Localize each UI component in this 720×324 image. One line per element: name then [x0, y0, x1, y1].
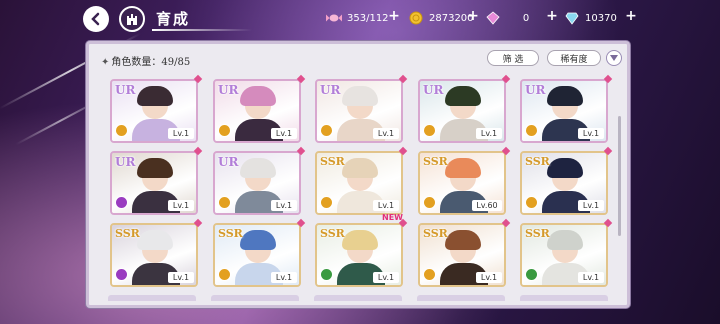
level-label: Lv.1: [578, 128, 604, 139]
back-arrow-icon: [91, 12, 100, 26]
character-card[interactable]: SSR Lv.1: [520, 151, 608, 215]
character-card[interactable]: SSR Lv.60: [418, 151, 506, 215]
rarity-label: UR: [218, 83, 239, 97]
sparkle-icon: ✦: [101, 57, 110, 68]
level-label: Lv.1: [168, 128, 194, 139]
attribute-icon: [320, 196, 333, 209]
attribute-icon: [525, 268, 538, 281]
attribute-icon: [115, 124, 128, 137]
attribute-icon: [115, 196, 128, 209]
rarity-label: SSR: [525, 227, 550, 240]
level-label: Lv.1: [271, 272, 297, 283]
character-card[interactable]: UR Lv.1: [213, 151, 301, 215]
attribute-icon: [525, 124, 538, 137]
character-card[interactable]: UR Lv.1: [520, 79, 608, 143]
rarity-label: UR: [525, 83, 546, 97]
currency-pink-gems: 0: [485, 8, 546, 28]
character-card[interactable]: SSR Lv.1: [213, 223, 301, 287]
attribute-icon: [218, 196, 231, 209]
level-label: Lv.1: [373, 200, 399, 211]
blue-diamond-icon: [564, 10, 580, 26]
attribute-icon: [423, 196, 436, 209]
title-underline: [152, 29, 252, 31]
attribute-icon: [423, 268, 436, 281]
rarity-label: SSR: [320, 155, 345, 168]
rarity-label: SSR: [320, 227, 345, 240]
level-label: Lv.60: [472, 200, 502, 211]
back-button[interactable]: [83, 6, 109, 32]
attribute-icon: [525, 196, 538, 209]
page-title: 育成: [156, 10, 191, 28]
character-card[interactable]: UR Lv.1: [110, 151, 198, 215]
home-button[interactable]: [119, 6, 145, 32]
rarity-label: SSR: [525, 155, 550, 168]
scrollbar[interactable]: [618, 116, 621, 236]
character-card[interactable]: SSR Lv.1: [110, 223, 198, 287]
currency-coins: 2873200: [408, 8, 474, 28]
add-pink-gems-button[interactable]: +: [545, 8, 559, 24]
add-coins-button[interactable]: +: [466, 8, 480, 24]
new-badge: NEW: [382, 213, 403, 222]
rarity-label: SSR: [423, 155, 448, 168]
attribute-icon: [218, 124, 231, 137]
gold-coin-icon: [408, 10, 424, 26]
rarity-sort-button[interactable]: 稀有度: [547, 50, 601, 66]
sort-order-button[interactable]: [606, 50, 622, 66]
attribute-icon: [320, 124, 333, 137]
rarity-label: UR: [218, 155, 239, 169]
level-label: Lv.1: [168, 200, 194, 211]
character-card[interactable]: SSR Lv.1: [520, 223, 608, 287]
rarity-label: UR: [115, 83, 136, 97]
candy-icon: [326, 10, 342, 26]
rarity-label: UR: [320, 83, 341, 97]
character-panel: ✦ 角色数量：49/85 筛 选 稀有度 UR Lv.1 UR Lv.1 UR Lv.1 UR…: [86, 41, 630, 308]
character-card[interactable]: SSR Lv.1: [418, 223, 506, 287]
level-label: Lv.1: [271, 128, 297, 139]
rarity-label: SSR: [218, 227, 243, 240]
rarity-label: UR: [423, 83, 444, 97]
level-label: Lv.1: [373, 128, 399, 139]
character-card[interactable]: UR Lv.1: [315, 79, 403, 143]
character-card[interactable]: SSR Lv.1: [315, 151, 403, 215]
castle-icon: [127, 14, 137, 25]
character-card[interactable]: SSR Lv.1: [315, 223, 403, 287]
rarity-label: SSR: [115, 227, 140, 240]
filter-button[interactable]: 筛 选: [487, 50, 539, 66]
attribute-icon: [320, 268, 333, 281]
top-bar: 育成 353/112 + 2873200 + 0 + 10370 +: [0, 0, 720, 36]
next-row-peek: [108, 295, 613, 301]
pink-gem-icon: [485, 10, 501, 26]
level-label: Lv.1: [271, 200, 297, 211]
attribute-icon: [115, 268, 128, 281]
level-label: Lv.1: [168, 272, 194, 283]
character-card[interactable]: UR Lv.1: [213, 79, 301, 143]
currency-stamina: 353/112: [326, 8, 389, 28]
character-card[interactable]: UR Lv.1: [418, 79, 506, 143]
add-blue-gems-button[interactable]: +: [624, 8, 638, 24]
character-card[interactable]: UR Lv.1: [110, 79, 198, 143]
attribute-icon: [423, 124, 436, 137]
currency-blue-gems: 10370: [564, 8, 617, 28]
add-stamina-button[interactable]: +: [387, 8, 401, 24]
rarity-label: SSR: [423, 227, 448, 240]
chevron-down-icon: [610, 55, 618, 61]
level-label: Lv.1: [578, 200, 604, 211]
rarity-label: UR: [115, 155, 136, 169]
level-label: Lv.1: [373, 272, 399, 283]
level-label: Lv.1: [578, 272, 604, 283]
character-count: ✦ 角色数量：49/85: [101, 57, 191, 68]
level-label: Lv.1: [476, 128, 502, 139]
attribute-icon: [218, 268, 231, 281]
level-label: Lv.1: [476, 272, 502, 283]
